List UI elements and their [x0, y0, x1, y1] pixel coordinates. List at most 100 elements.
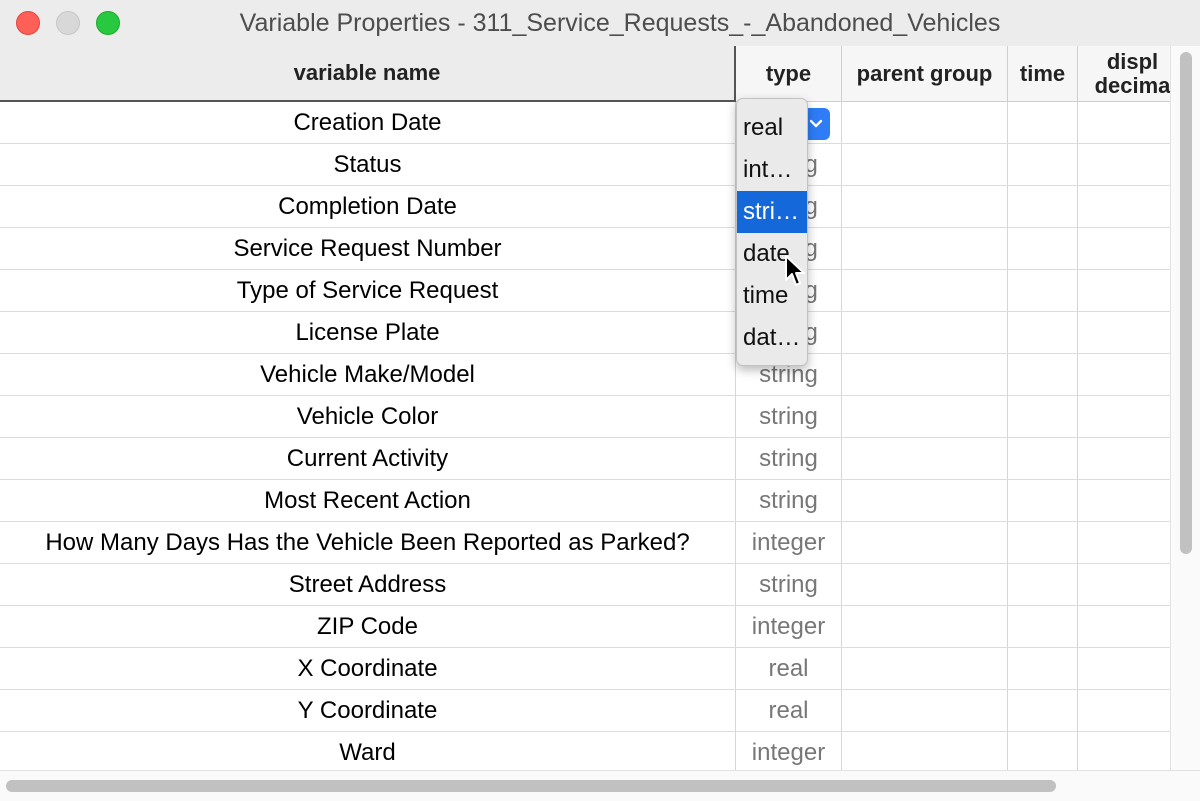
variable-name-cell[interactable]: How Many Days Has the Vehicle Been Repor… [0, 522, 736, 563]
type-cell[interactable]: string [736, 396, 842, 437]
minimize-window-button[interactable] [56, 11, 80, 35]
time-cell[interactable] [1008, 228, 1078, 269]
parent-group-cell[interactable] [842, 438, 1008, 479]
parent-group-cell[interactable] [842, 312, 1008, 353]
parent-group-cell[interactable] [842, 480, 1008, 521]
parent-group-cell[interactable] [842, 606, 1008, 647]
display-decimals-cell[interactable] [1078, 606, 1170, 647]
type-cell[interactable]: integer [736, 522, 842, 563]
display-decimals-cell[interactable] [1078, 354, 1170, 395]
variable-name-cell[interactable]: Ward [0, 732, 736, 770]
table-row[interactable]: Ward integer [0, 732, 1170, 770]
parent-group-cell[interactable] [842, 732, 1008, 770]
display-decimals-cell[interactable] [1078, 186, 1170, 227]
display-decimals-cell[interactable] [1078, 564, 1170, 605]
time-cell[interactable] [1008, 438, 1078, 479]
column-header-parent-group[interactable]: parent group [842, 46, 1008, 102]
table-row[interactable]: How Many Days Has the Vehicle Been Repor… [0, 522, 1170, 564]
variable-name-cell[interactable]: Most Recent Action [0, 480, 736, 521]
parent-group-cell[interactable] [842, 144, 1008, 185]
table-row[interactable]: Vehicle Make/Model string [0, 354, 1170, 396]
parent-group-cell[interactable] [842, 690, 1008, 731]
time-cell[interactable] [1008, 480, 1078, 521]
display-decimals-cell[interactable] [1078, 270, 1170, 311]
variable-name-cell[interactable]: Status [0, 144, 736, 185]
time-cell[interactable] [1008, 186, 1078, 227]
display-decimals-cell[interactable] [1078, 522, 1170, 563]
time-cell[interactable] [1008, 564, 1078, 605]
variable-name-cell[interactable]: Vehicle Make/Model [0, 354, 736, 395]
vertical-scroll-thumb[interactable] [1180, 52, 1192, 554]
display-decimals-cell[interactable] [1078, 228, 1170, 269]
type-cell[interactable]: string [736, 438, 842, 479]
table-row[interactable]: Y Coordinate real [0, 690, 1170, 732]
time-cell[interactable] [1008, 690, 1078, 731]
table-row[interactable]: Vehicle Color string [0, 396, 1170, 438]
display-decimals-cell[interactable] [1078, 480, 1170, 521]
time-cell[interactable] [1008, 606, 1078, 647]
table-row[interactable]: Current Activity string [0, 438, 1170, 480]
time-cell[interactable] [1008, 144, 1078, 185]
type-dropdown-menu[interactable]: real int… stri… date time dat… [736, 98, 808, 366]
type-option[interactable]: stri… [737, 191, 807, 233]
display-decimals-cell[interactable] [1078, 648, 1170, 689]
variable-name-cell[interactable]: Type of Service Request [0, 270, 736, 311]
variable-name-cell[interactable]: X Coordinate [0, 648, 736, 689]
time-cell[interactable] [1008, 732, 1078, 770]
parent-group-cell[interactable] [842, 564, 1008, 605]
table-row[interactable]: License Platestring [0, 312, 1170, 354]
table-row[interactable]: Type of Service Requeststring [0, 270, 1170, 312]
variable-name-cell[interactable]: License Plate [0, 312, 736, 353]
type-cell[interactable]: string [736, 480, 842, 521]
display-decimals-cell[interactable] [1078, 102, 1170, 143]
parent-group-cell[interactable] [842, 648, 1008, 689]
display-decimals-cell[interactable] [1078, 438, 1170, 479]
parent-group-cell[interactable] [842, 522, 1008, 563]
type-cell[interactable]: string [736, 564, 842, 605]
variable-name-cell[interactable]: Service Request Number [0, 228, 736, 269]
variable-name-cell[interactable]: ZIP Code [0, 606, 736, 647]
time-cell[interactable] [1008, 648, 1078, 689]
column-header-variable-name[interactable]: variable name [0, 46, 736, 102]
type-cell[interactable]: integer [736, 732, 842, 770]
time-cell[interactable] [1008, 396, 1078, 437]
display-decimals-cell[interactable] [1078, 690, 1170, 731]
display-decimals-cell[interactable] [1078, 732, 1170, 770]
type-cell[interactable]: integer [736, 606, 842, 647]
table-row[interactable]: ZIP Code integer [0, 606, 1170, 648]
variable-name-cell[interactable]: Y Coordinate [0, 690, 736, 731]
time-cell[interactable] [1008, 522, 1078, 563]
horizontal-scroll-thumb[interactable] [6, 780, 1056, 792]
parent-group-cell[interactable] [842, 354, 1008, 395]
display-decimals-cell[interactable] [1078, 312, 1170, 353]
variable-name-cell[interactable]: Creation Date [0, 102, 736, 143]
type-cell[interactable]: real [736, 648, 842, 689]
variable-name-cell[interactable]: Vehicle Color [0, 396, 736, 437]
type-option[interactable]: real [737, 107, 807, 149]
table-row[interactable]: Most Recent Action string [0, 480, 1170, 522]
parent-group-cell[interactable] [842, 396, 1008, 437]
variable-name-cell[interactable]: Street Address [0, 564, 736, 605]
table-row[interactable]: Street Address string [0, 564, 1170, 606]
type-option[interactable]: dat… [737, 317, 807, 359]
parent-group-cell[interactable] [842, 102, 1008, 143]
variable-name-cell[interactable]: Current Activity [0, 438, 736, 479]
column-header-display-decimals[interactable]: displ decima [1078, 46, 1170, 102]
table-row[interactable]: Creation Date [0, 102, 1170, 144]
table-row[interactable]: Completion Datestring [0, 186, 1170, 228]
vertical-scrollbar[interactable] [1170, 46, 1200, 770]
horizontal-scrollbar[interactable] [0, 770, 1200, 801]
variable-name-cell[interactable]: Completion Date [0, 186, 736, 227]
column-header-time[interactable]: time [1008, 46, 1078, 102]
type-cell[interactable]: real [736, 690, 842, 731]
time-cell[interactable] [1008, 312, 1078, 353]
type-option[interactable]: int… [737, 149, 807, 191]
parent-group-cell[interactable] [842, 186, 1008, 227]
table-row[interactable]: Statusstring [0, 144, 1170, 186]
parent-group-cell[interactable] [842, 228, 1008, 269]
close-window-button[interactable] [16, 11, 40, 35]
column-header-type[interactable]: type [736, 46, 842, 102]
maximize-window-button[interactable] [96, 11, 120, 35]
parent-group-cell[interactable] [842, 270, 1008, 311]
time-cell[interactable] [1008, 102, 1078, 143]
